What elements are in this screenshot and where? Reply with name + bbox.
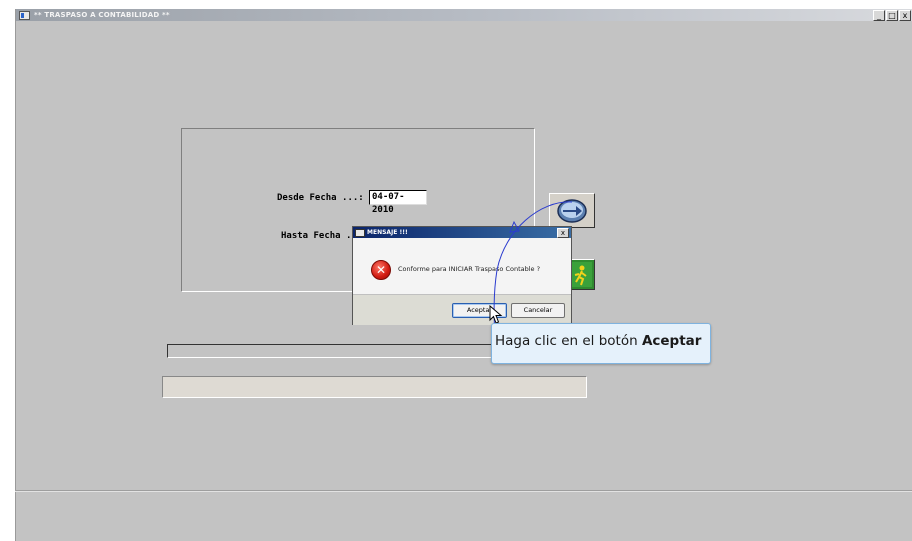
dialog-footer: Aceptar Cancelar (353, 294, 571, 325)
tooltip-text: Haga clic en el botón (495, 333, 642, 349)
process-button[interactable] (549, 193, 595, 228)
arrow-right-icon (557, 199, 587, 223)
mouse-cursor-icon (489, 305, 503, 324)
message-dialog: MENSAJE !!! x ✕ Conforme para INICIAR Tr… (352, 226, 572, 325)
progress-bar (167, 344, 499, 358)
error-icon: ✕ (371, 260, 391, 280)
dialog-close-button[interactable]: x (557, 228, 569, 238)
instruction-tooltip: Haga clic en el botón Aceptar (491, 323, 711, 364)
dialog-title: MENSAJE !!! (367, 229, 408, 236)
status-field (162, 376, 587, 398)
window-title: ** TRASPASO A CONTABILIDAD ** (34, 11, 170, 19)
desde-fecha-label: Desde Fecha ...: (277, 193, 364, 203)
desde-fecha-input[interactable]: 04-07-2010 (369, 190, 427, 215)
minimize-button[interactable]: _ (873, 10, 885, 21)
tooltip-emphasis: Aceptar (641, 333, 702, 349)
dialog-message: Conforme para INICIAR Traspaso Contable … (398, 265, 541, 273)
window-controls: _ □ x (873, 10, 911, 21)
close-button[interactable]: x (899, 10, 911, 21)
app-icon (19, 11, 30, 20)
dialog-app-icon (355, 229, 365, 237)
maximize-button[interactable]: □ (886, 10, 898, 21)
dialog-title-bar[interactable]: MENSAJE !!! x (353, 227, 571, 238)
cancel-button[interactable]: Cancelar (511, 303, 565, 318)
title-bar[interactable]: ** TRASPASO A CONTABILIDAD ** _ □ x (16, 9, 912, 21)
divider (15, 490, 912, 492)
